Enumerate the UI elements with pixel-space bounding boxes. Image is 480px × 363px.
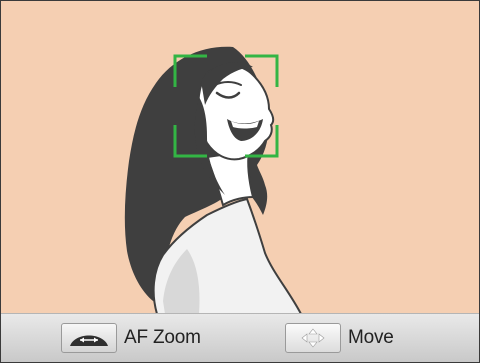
move-hint[interactable]: Move: [285, 322, 394, 354]
guide-bar: AF Zoom Move: [1, 313, 479, 362]
directional-pad-icon: [285, 323, 341, 353]
zoom-lever-icon: [61, 323, 117, 353]
af-zoom-label: AF Zoom: [124, 327, 201, 348]
move-label: Move: [348, 327, 394, 348]
live-view-scene: [124, 46, 303, 314]
camera-live-view: AF Zoom Move: [0, 0, 480, 363]
af-zoom-hint[interactable]: AF Zoom: [61, 322, 201, 354]
